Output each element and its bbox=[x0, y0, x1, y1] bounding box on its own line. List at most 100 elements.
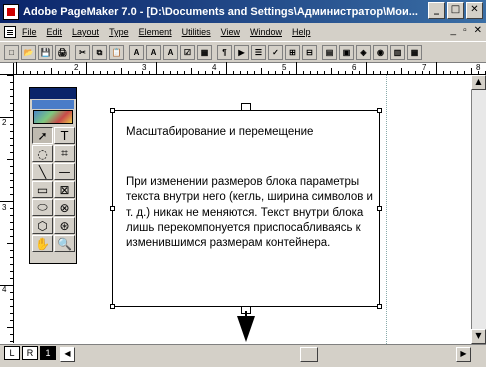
spell-check-icon[interactable]: ☑ bbox=[180, 44, 195, 60]
zoom-tool-icon[interactable]: 🔍 bbox=[54, 235, 75, 252]
ruler-tick bbox=[478, 71, 479, 74]
right-master-page-icon[interactable]: R bbox=[22, 346, 38, 360]
scroll-right-arrow-icon[interactable]: ▶ bbox=[456, 347, 471, 362]
rotate-tool-icon[interactable]: ◌ bbox=[32, 145, 53, 162]
frame-icon[interactable]: ▤ bbox=[322, 44, 337, 60]
indent-icon[interactable]: ▶ bbox=[234, 44, 249, 60]
main-toolbar: □ 📂 💾 🖨 ✂ ⧉ 📋 A A A ☑ ▦ ¶ ▶ ☰ ✓ ⊞ ⊟ ▤ ▣ … bbox=[0, 41, 486, 63]
scroll-thumb[interactable] bbox=[300, 347, 318, 362]
maximize-button[interactable]: □ bbox=[447, 2, 464, 19]
master-pages-icon[interactable]: ▥ bbox=[390, 44, 405, 60]
print-icon[interactable]: 🖨 bbox=[55, 44, 70, 60]
ruler-tick bbox=[408, 71, 409, 74]
resize-handle-middle-left[interactable] bbox=[110, 206, 115, 211]
ruler-tick bbox=[10, 299, 13, 300]
fill-icon[interactable]: ⊞ bbox=[285, 44, 300, 60]
constrained-line-tool-icon[interactable]: — bbox=[54, 163, 75, 180]
ruler-tick bbox=[10, 341, 13, 342]
ruler-tick bbox=[240, 71, 241, 74]
link-icon[interactable]: ◉ bbox=[373, 44, 388, 60]
ruler-tick bbox=[10, 124, 13, 125]
open-folder-icon[interactable]: 📂 bbox=[21, 44, 36, 60]
menu-file[interactable]: File bbox=[22, 27, 37, 37]
stroke-icon[interactable]: ⊟ bbox=[302, 44, 317, 60]
save-icon[interactable]: 💾 bbox=[38, 44, 53, 60]
list-icon[interactable]: ☰ bbox=[251, 44, 266, 60]
close-button[interactable]: ✕ bbox=[466, 2, 483, 19]
polygon-tool-icon[interactable]: ⬡ bbox=[32, 217, 53, 234]
crop-tool-icon[interactable]: ⌗ bbox=[54, 145, 75, 162]
ellipse-tool-icon[interactable]: ⬭ bbox=[32, 199, 53, 216]
pagemaker-app-icon[interactable] bbox=[3, 3, 19, 20]
paragraph-icon[interactable]: ¶ bbox=[217, 44, 232, 60]
rectangle-frame-tool-icon[interactable]: ⊠ bbox=[54, 181, 75, 198]
doc-minimize-button[interactable]: _ bbox=[451, 25, 457, 36]
group-icon[interactable]: ▣ bbox=[339, 44, 354, 60]
font-icon[interactable]: A bbox=[129, 44, 144, 60]
ruler-tick bbox=[191, 68, 192, 74]
scroll-left-arrow-icon[interactable]: ◀ bbox=[60, 347, 75, 362]
line-tool-icon[interactable]: ╲ bbox=[32, 163, 53, 180]
ellipse-frame-tool-icon[interactable]: ⊗ bbox=[54, 199, 75, 216]
vertical-ruler[interactable]: 2 3 4 bbox=[0, 75, 14, 343]
ruler-tick bbox=[10, 110, 13, 111]
check-icon[interactable]: ✓ bbox=[268, 44, 283, 60]
toolbox-palette[interactable]: ➚ T ◌ ⌗ ╲ — ▭ ⊠ ⬭ ⊗ ⬡ ⊛ ✋ 🔍 bbox=[29, 87, 77, 264]
menu-view[interactable]: View bbox=[221, 27, 240, 37]
text-tool-icon[interactable]: T bbox=[54, 127, 75, 144]
paste-icon[interactable]: 📋 bbox=[109, 44, 124, 60]
minimize-button[interactable]: _ bbox=[428, 2, 445, 19]
doc-close-button[interactable]: ✕ bbox=[474, 25, 482, 36]
scroll-down-arrow-icon[interactable]: ▼ bbox=[471, 329, 486, 344]
ruler-tick bbox=[401, 68, 402, 74]
color-icon[interactable]: ◈ bbox=[356, 44, 371, 60]
vertical-scrollbar[interactable]: ▲ ▼ bbox=[471, 75, 486, 344]
new-document-icon[interactable]: □ bbox=[4, 44, 19, 60]
ruler-tick bbox=[10, 96, 13, 97]
horizontal-scrollbar[interactable]: ◀ ▶ bbox=[0, 344, 486, 367]
place-icon[interactable]: ▦ bbox=[197, 44, 212, 60]
resize-handle-middle-right[interactable] bbox=[377, 206, 382, 211]
ruler-tick bbox=[443, 71, 444, 74]
text-block[interactable]: Масштабирование и перемещение При измене… bbox=[110, 108, 382, 309]
cut-icon[interactable]: ✂ bbox=[75, 44, 90, 60]
document-icon[interactable] bbox=[4, 26, 16, 38]
ruler-tick bbox=[114, 71, 115, 74]
polygon-frame-tool-icon[interactable]: ⊛ bbox=[54, 217, 75, 234]
menu-window[interactable]: Window bbox=[250, 27, 282, 37]
layers-icon[interactable]: ▦ bbox=[407, 44, 422, 60]
ruler-tick bbox=[170, 71, 171, 74]
ruler-tick bbox=[268, 71, 269, 74]
ruler-tick bbox=[352, 71, 353, 74]
hand-tool-icon[interactable]: ✋ bbox=[32, 235, 53, 252]
menu-edit[interactable]: Edit bbox=[47, 27, 63, 37]
font-size-down-icon[interactable]: A bbox=[163, 44, 178, 60]
resize-handle-top-left[interactable] bbox=[110, 108, 115, 113]
menu-type[interactable]: Type bbox=[109, 27, 129, 37]
resize-handle-bottom-right[interactable] bbox=[377, 304, 382, 309]
ruler-tick bbox=[10, 229, 13, 230]
menu-layout[interactable]: Layout bbox=[72, 27, 99, 37]
left-master-page-icon[interactable]: L bbox=[4, 346, 20, 360]
scroll-up-arrow-icon[interactable]: ▲ bbox=[471, 75, 486, 90]
copy-icon[interactable]: ⧉ bbox=[92, 44, 107, 60]
page-1-icon[interactable]: 1 bbox=[40, 346, 56, 360]
menu-help[interactable]: Help bbox=[292, 27, 311, 37]
horizontal-ruler[interactable]: 2 3 4 5 6 7 8 bbox=[14, 62, 486, 75]
ruler-origin[interactable] bbox=[0, 63, 14, 75]
ruler-tick bbox=[338, 71, 339, 74]
rectangle-tool-icon[interactable]: ▭ bbox=[32, 181, 53, 198]
ruler-tick bbox=[380, 71, 381, 74]
ruler-tick bbox=[7, 327, 13, 328]
toolbox-title-bar[interactable] bbox=[30, 88, 76, 99]
ruler-tick bbox=[10, 264, 13, 265]
font-size-up-icon[interactable]: A bbox=[146, 44, 161, 60]
ruler-tick bbox=[0, 117, 13, 118]
resize-handle-bottom-left[interactable] bbox=[110, 304, 115, 309]
menu-element[interactable]: Element bbox=[139, 27, 172, 37]
column-guide[interactable] bbox=[386, 75, 387, 344]
resize-handle-top-right[interactable] bbox=[377, 108, 382, 113]
doc-restore-button[interactable]: ▫ bbox=[463, 25, 467, 36]
pointer-tool-icon[interactable]: ➚ bbox=[32, 127, 53, 144]
menu-utilities[interactable]: Utilities bbox=[182, 27, 211, 37]
